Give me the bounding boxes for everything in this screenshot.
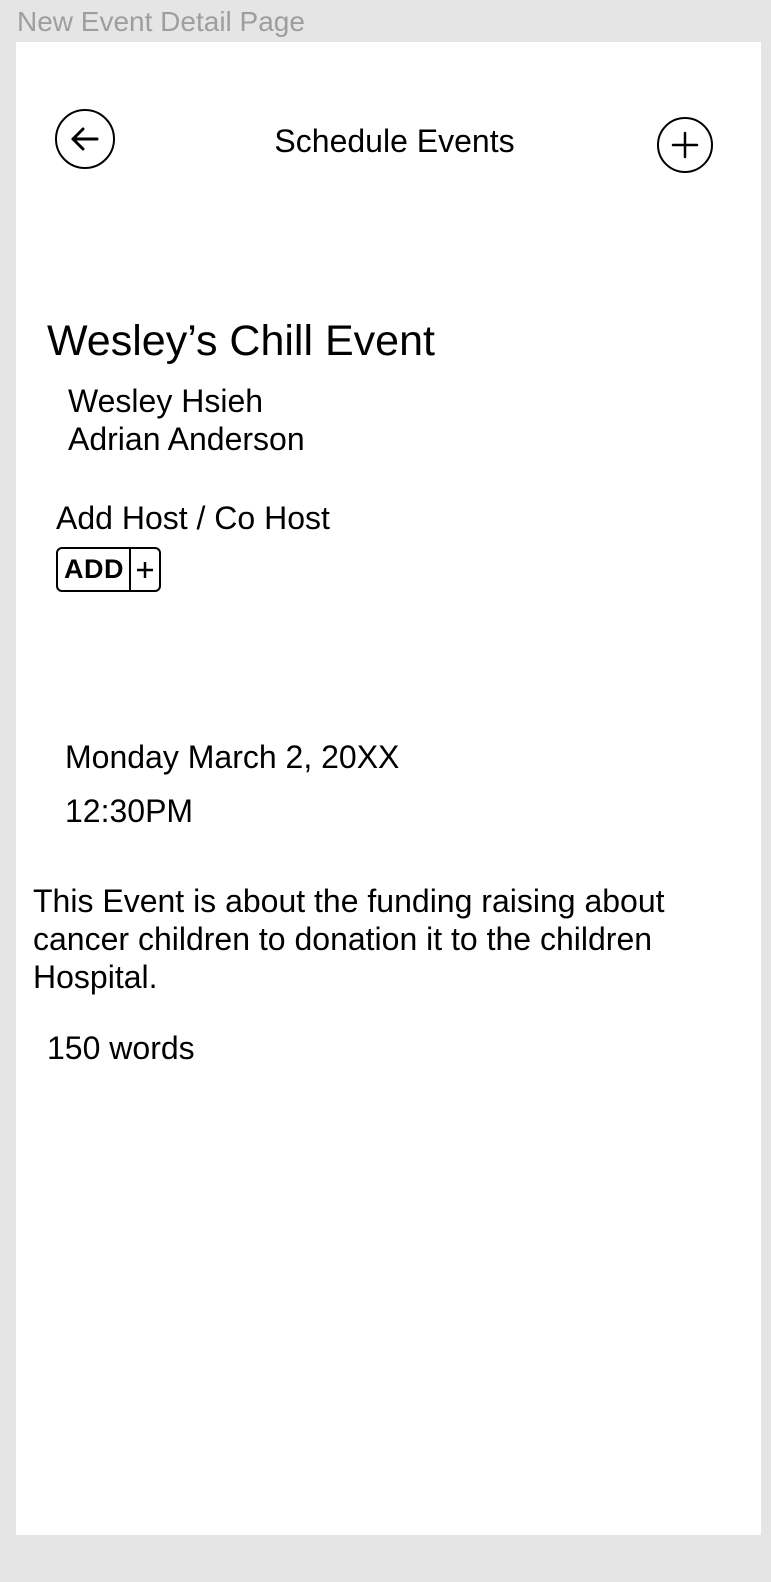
add-host-button[interactable]: ADD: [56, 547, 161, 592]
event-date: Monday March 2, 20XX: [65, 739, 400, 775]
page-title: Schedule Events: [274, 123, 515, 159]
event-time: 12:30PM: [65, 793, 194, 829]
event-description: This Event is about the funding raising …: [33, 883, 665, 995]
add-host-button-label: ADD: [64, 554, 124, 584]
plus-icon: [129, 549, 159, 590]
add-host-label: Add Host / Co Host: [56, 500, 330, 536]
add-event-button[interactable]: [657, 117, 713, 173]
event-title: Wesley’s Chill Event: [47, 317, 435, 365]
word-count: 150 words: [47, 1030, 195, 1066]
host-list: Wesley Hsieh Adrian Anderson: [68, 382, 305, 458]
host-name: Adrian Anderson: [68, 421, 305, 457]
event-detail-screen: Schedule Events Wesley’s Chill Event Wes…: [16, 42, 761, 1535]
frame-label: New Event Detail Page: [17, 6, 305, 37]
host-name: Wesley Hsieh: [68, 383, 264, 419]
plus-icon: [671, 131, 699, 159]
